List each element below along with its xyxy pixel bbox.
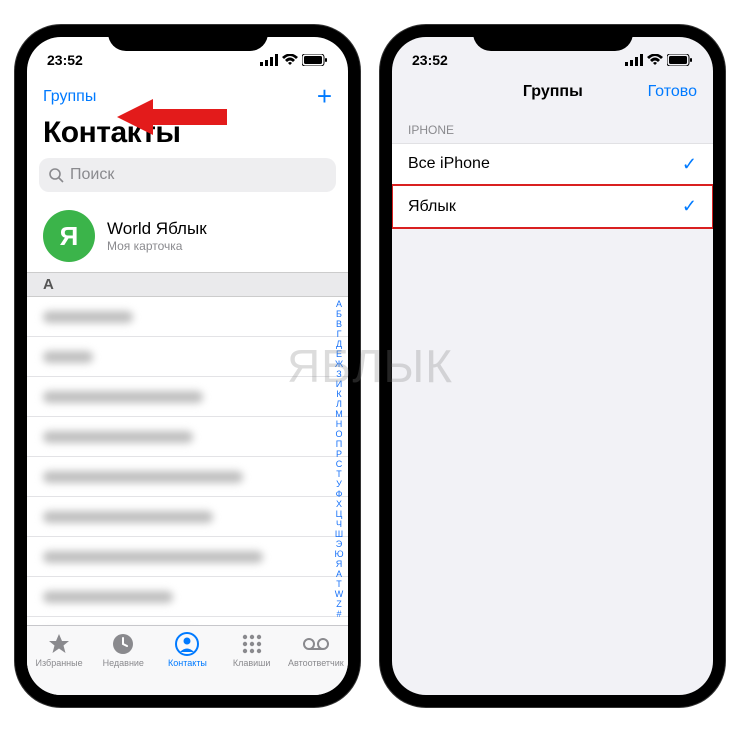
index-letter[interactable]: W [335, 589, 344, 599]
notch [108, 25, 268, 51]
signal-icon [625, 54, 643, 66]
tab-label: Автоответчик [288, 658, 344, 668]
contact-row[interactable] [27, 297, 348, 337]
keypad-icon [240, 632, 264, 656]
index-letter[interactable]: Ф [336, 489, 343, 499]
check-icon: ✓ [682, 196, 697, 217]
phone-left: 23:52 Группы + [15, 25, 360, 707]
index-letter[interactable]: И [336, 379, 342, 389]
index-letter[interactable]: A [336, 569, 342, 579]
search-placeholder: Поиск [70, 166, 114, 184]
index-letter[interactable]: А [336, 299, 342, 309]
voicemail-icon [302, 632, 330, 656]
star-icon [47, 632, 71, 656]
contact-row[interactable] [27, 497, 348, 537]
contact-list[interactable]: АБВГДЕЖЗИКЛМНОПРСТУФХЦЧШЭЮЯATWZ# [27, 297, 348, 625]
me-name: World Яблык [107, 219, 207, 239]
blurred-name [43, 591, 173, 603]
contact-row[interactable] [27, 337, 348, 377]
index-letter[interactable]: Ш [335, 529, 343, 539]
blurred-name [43, 311, 133, 323]
index-letter[interactable]: T [336, 579, 342, 589]
index-letter[interactable]: Р [336, 449, 342, 459]
notch [473, 25, 633, 51]
index-letter[interactable]: Г [337, 329, 342, 339]
index-letter[interactable]: С [336, 459, 343, 469]
group-label: Яблык [408, 198, 456, 216]
index-letter[interactable]: Т [336, 469, 342, 479]
index-letter[interactable]: Ц [336, 509, 343, 519]
blurred-name [43, 431, 193, 443]
index-letter[interactable]: Э [336, 539, 342, 549]
avatar: Я [43, 210, 95, 262]
me-sub: Моя карточка [107, 239, 207, 253]
blurred-name [43, 351, 93, 363]
tab-label: Клавиши [233, 658, 271, 668]
blurred-name [43, 471, 243, 483]
contact-row[interactable] [27, 417, 348, 457]
index-letter[interactable]: Ю [334, 549, 343, 559]
index-letter[interactable]: Х [336, 499, 342, 509]
tab-label: Недавние [103, 658, 144, 668]
index-letter[interactable]: В [336, 319, 342, 329]
status-time: 23:52 [412, 52, 448, 68]
index-letter[interactable]: Я [336, 559, 343, 569]
tab-keypad[interactable]: Клавиши [222, 632, 282, 668]
index-letter[interactable]: О [335, 429, 342, 439]
wifi-icon [282, 54, 298, 66]
tab-recents[interactable]: Недавние [93, 632, 153, 668]
wifi-icon [647, 54, 663, 66]
index-letter[interactable]: Ж [335, 359, 343, 369]
index-letter[interactable]: Б [336, 309, 342, 319]
index-letter[interactable]: Л [336, 399, 342, 409]
blurred-name [43, 511, 213, 523]
index-letter[interactable]: М [335, 409, 343, 419]
arrow-annotation [117, 97, 227, 137]
phone-right: 23:52 Группы Готово IPH [380, 25, 725, 707]
contact-row[interactable] [27, 377, 348, 417]
group-row[interactable]: Яблык ✓ [392, 185, 713, 228]
tab-label: Контакты [168, 658, 207, 668]
tab-contacts[interactable]: Контакты [157, 632, 217, 668]
index-letter[interactable]: З [336, 369, 341, 379]
alpha-index[interactable]: АБВГДЕЖЗИКЛМНОПРСТУФХЦЧШЭЮЯATWZ# [332, 297, 346, 625]
signal-icon [260, 54, 278, 66]
index-letter[interactable]: Н [336, 419, 343, 429]
list-header: IPHONE [392, 109, 713, 143]
contact-row[interactable] [27, 537, 348, 577]
contact-row[interactable] [27, 457, 348, 497]
tab-voicemail[interactable]: Автоответчик [286, 632, 346, 668]
done-button[interactable]: Готово [648, 83, 697, 101]
groups-link[interactable]: Группы [43, 88, 96, 106]
contact-row[interactable] [27, 577, 348, 617]
index-letter[interactable]: # [336, 609, 341, 619]
add-contact-button[interactable]: + [317, 81, 332, 112]
group-row[interactable]: Все iPhone ✓ [392, 143, 713, 186]
me-card[interactable]: Я World Яблык Моя карточка [27, 202, 348, 272]
status-time: 23:52 [47, 52, 83, 68]
contact-row[interactable] [27, 617, 348, 625]
search-icon [49, 168, 64, 183]
index-letter[interactable]: К [336, 389, 341, 399]
index-letter[interactable]: Ч [336, 519, 342, 529]
search-input[interactable]: Поиск [39, 158, 336, 192]
check-icon: ✓ [682, 154, 697, 175]
blurred-name [43, 391, 203, 403]
tab-label: Избранные [36, 658, 83, 668]
index-letter[interactable]: Д [336, 339, 342, 349]
contact-icon [175, 632, 199, 656]
clock-icon [111, 632, 135, 656]
index-letter[interactable]: Е [336, 349, 342, 359]
section-header: A [27, 272, 348, 297]
group-label: Все iPhone [408, 155, 490, 173]
index-letter[interactable]: Z [336, 599, 342, 609]
battery-icon [667, 54, 693, 66]
blurred-name [43, 551, 263, 563]
groups-title: Группы [523, 83, 583, 101]
index-letter[interactable]: П [336, 439, 342, 449]
index-letter[interactable]: У [336, 479, 342, 489]
battery-icon [302, 54, 328, 66]
tabbar: Избранные Недавние Контакты [27, 625, 348, 695]
tab-favorites[interactable]: Избранные [29, 632, 89, 668]
